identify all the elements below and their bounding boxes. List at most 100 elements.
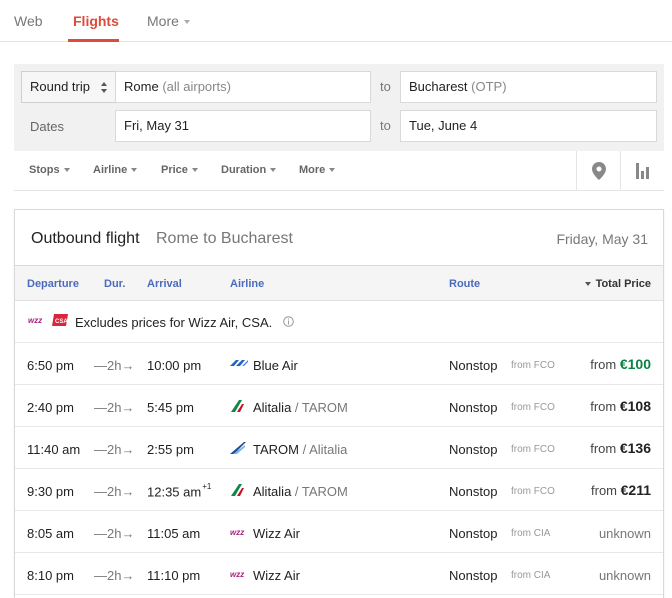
- chevron-down-icon: [131, 168, 138, 173]
- tab-more[interactable]: More: [147, 13, 190, 29]
- filter-price[interactable]: Price: [161, 164, 198, 176]
- origin-airport: from FCO: [511, 402, 555, 413]
- duration: —2h→: [94, 526, 135, 541]
- svg-text:wzz: wzz: [28, 316, 42, 325]
- filter-label: Stops: [29, 164, 60, 176]
- info-icon[interactable]: [283, 316, 294, 327]
- filter-more[interactable]: More: [299, 164, 336, 176]
- col-duration[interactable]: Dur.: [104, 278, 125, 290]
- svg-text:wzz: wzz: [230, 528, 244, 537]
- col-airline[interactable]: Airline: [230, 278, 264, 290]
- return-date-input[interactable]: Tue, June 4: [400, 110, 657, 142]
- arrival-time-value: 5:45 pm: [147, 400, 194, 415]
- tab-web[interactable]: Web: [14, 13, 43, 29]
- arrival-time: 10:00 pm: [147, 358, 201, 373]
- filter-airline[interactable]: Airline: [93, 164, 138, 176]
- trip-type-select[interactable]: Round trip: [21, 71, 116, 103]
- origin-airport: from CIA: [511, 528, 551, 539]
- col-arrival[interactable]: Arrival: [147, 278, 182, 290]
- arrival-time-value: 11:10 pm: [147, 568, 201, 583]
- filter-label: Airline: [93, 164, 128, 176]
- duration: —2h→: [94, 484, 135, 499]
- stops: Nonstop: [449, 484, 498, 499]
- top-nav: Web Flights More: [0, 0, 672, 42]
- airline-name: Alitalia / TAROM: [253, 400, 348, 415]
- airline-primary: Alitalia: [253, 484, 292, 499]
- col-route[interactable]: Route: [449, 278, 480, 290]
- departure-time: 9:30 pm: [27, 484, 74, 499]
- price: unknown: [598, 526, 651, 541]
- price-value: €100: [619, 356, 651, 372]
- wizz-air-logo-icon: wzz: [28, 316, 42, 325]
- search-panel: Round trip Rome (all airports) to Buchar…: [14, 64, 664, 151]
- airline-name: Alitalia / TAROM: [253, 484, 348, 499]
- airline-partner: / TAROM: [291, 484, 348, 499]
- column-headers: Departure Dur. Arrival Airline Route Tot…: [15, 266, 663, 301]
- flight-row[interactable]: 8:05 am —2h→ 11:05 am wzz Wizz Air Nonstop fro…: [15, 511, 663, 553]
- map-view-button[interactable]: [576, 151, 620, 191]
- flight-row[interactable]: 6:50 pm —2h→ 10:00 pm Blue Air Nonstop from F…: [15, 343, 663, 385]
- airline-name: Wizz Air: [253, 526, 300, 541]
- filter-bar: Stops Airline Price Duration More: [14, 151, 664, 191]
- alitalia-logo-icon: [230, 483, 246, 500]
- trip-type-value: Round trip: [30, 79, 90, 94]
- next-day-indicator: +1: [202, 482, 212, 491]
- airline-partner: / TAROM: [291, 400, 348, 415]
- sort-down-icon: [584, 282, 591, 287]
- airline-name: Blue Air: [253, 358, 298, 373]
- tarom-logo-icon: [230, 441, 246, 458]
- origin-airport: from FCO: [511, 360, 555, 371]
- departure-time: 11:40 am: [27, 442, 81, 457]
- chevron-down-icon: [63, 168, 70, 173]
- destination-detail: (OTP): [471, 79, 507, 94]
- arrival-time-value: 12:35 am: [147, 484, 202, 500]
- stops: Nonstop: [449, 526, 498, 541]
- col-departure[interactable]: Departure: [27, 278, 79, 290]
- depart-date-input[interactable]: Fri, May 31: [115, 110, 371, 142]
- results-date: Friday, May 31: [556, 231, 648, 247]
- filter-label: Duration: [221, 164, 267, 176]
- flight-row[interactable]: 9:30 pm —2h→ 12:35 am+1 Alitalia / TAROM Non…: [15, 469, 663, 511]
- price: from €211: [591, 482, 651, 498]
- results-route: Rome to Bucharest: [156, 230, 293, 247]
- tab-flights[interactable]: Flights: [73, 13, 119, 29]
- duration: —2h→: [94, 442, 135, 457]
- departure-time: 8:10 pm: [27, 568, 74, 583]
- airline-primary: Blue Air: [253, 358, 298, 373]
- departure-time: 6:50 pm: [27, 358, 74, 373]
- up-down-arrows-icon: [101, 82, 107, 93]
- origin-airport: from FCO: [511, 486, 555, 497]
- arrival-time: 12:35 am+1: [147, 482, 212, 500]
- filter-duration[interactable]: Duration: [221, 164, 277, 176]
- origin-airport: from FCO: [511, 444, 555, 455]
- depart-date-value: Fri, May 31: [124, 118, 190, 133]
- price-value: €136: [619, 440, 651, 456]
- price-value: €108: [619, 398, 651, 414]
- airline-primary: TAROM: [253, 442, 299, 457]
- wizz-air-logo-icon: wzz: [230, 567, 248, 582]
- to-label: to: [380, 79, 391, 94]
- active-tab-indicator: [68, 39, 119, 42]
- price: from €108: [590, 398, 651, 414]
- origin-input[interactable]: Rome (all airports): [115, 71, 371, 103]
- arrival-time-value: 10:00 pm: [147, 358, 202, 373]
- stops: Nonstop: [449, 568, 498, 583]
- results-header: Outbound flight Rome to Bucharest Friday…: [15, 210, 663, 266]
- dates-label: Dates: [30, 119, 64, 134]
- col-total-price[interactable]: Total Price: [584, 278, 651, 290]
- flight-row[interactable]: 8:10 pm —2h→ 11:10 pm wzz Wizz Air Nonstop fro…: [15, 553, 663, 595]
- airline-primary: Wizz Air: [253, 568, 300, 583]
- excluded-airline-logos: wzz CSA: [28, 313, 70, 328]
- arrival-time: 11:10 pm: [147, 568, 200, 583]
- svg-text:wzz: wzz: [230, 570, 244, 579]
- arrival-time-value: 2:55 pm: [147, 442, 194, 457]
- duration: —2h→: [94, 358, 135, 373]
- airline-name: TAROM / Alitalia: [253, 442, 347, 457]
- price-chart-button[interactable]: [620, 151, 664, 191]
- destination-input[interactable]: Bucharest (OTP): [400, 71, 657, 103]
- flight-row[interactable]: 2:40 pm —2h→ 5:45 pm Alitalia / TAROM Nonsto…: [15, 385, 663, 427]
- to-label: to: [380, 118, 391, 133]
- filter-stops[interactable]: Stops: [29, 164, 70, 176]
- chevron-down-icon: [191, 168, 198, 173]
- flight-row[interactable]: 11:40 am —2h→ 2:55 pm TAROM / Alitalia Nonst…: [15, 427, 663, 469]
